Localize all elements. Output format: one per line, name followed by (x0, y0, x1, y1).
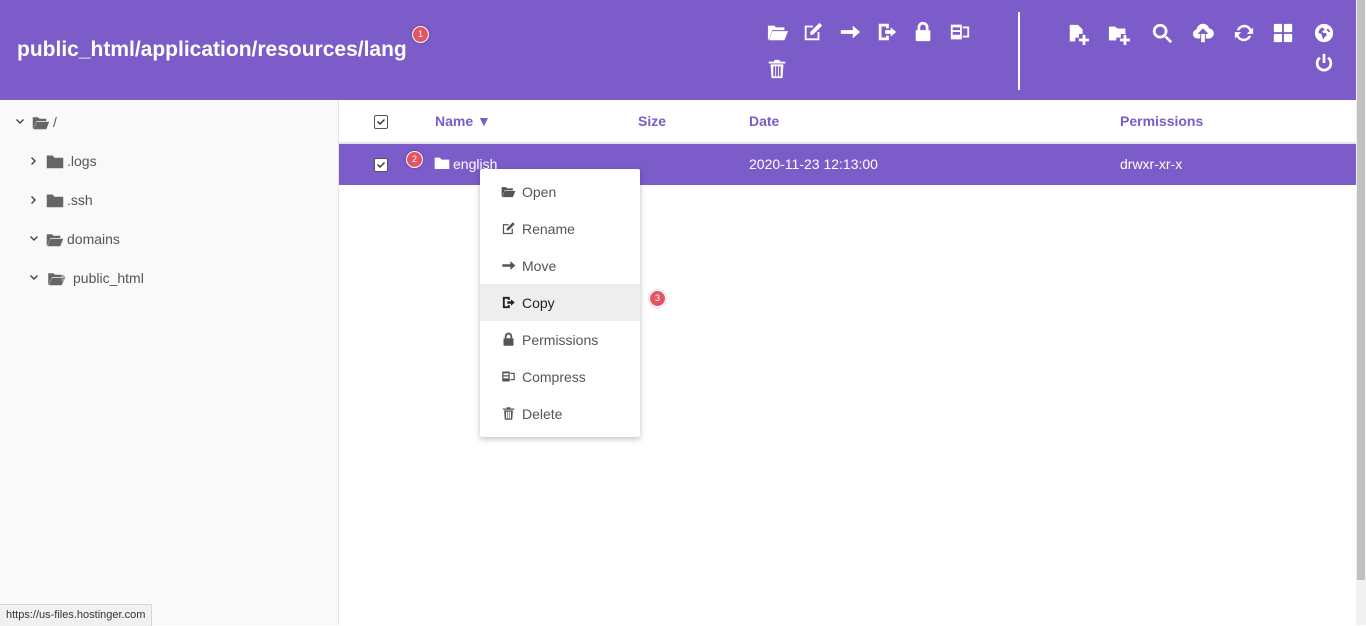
trash-icon[interactable] (764, 56, 790, 82)
chevron-right-icon[interactable] (28, 155, 40, 167)
tree-item-ssh[interactable]: .ssh (28, 188, 93, 212)
chevron-down-icon[interactable] (28, 272, 40, 284)
current-path-title: public_html/application/resources/lang (17, 38, 407, 61)
upload-icon[interactable] (1190, 20, 1216, 46)
table-header: Name ▼ Size Date Permissions (339, 100, 1356, 144)
new-file-icon[interactable] (1065, 21, 1091, 47)
menu-item-label: Permissions (522, 331, 599, 348)
menu-item-compress[interactable]: Compress (480, 358, 640, 395)
tree-item-label: / (53, 114, 57, 130)
top-bar: public_html/application/resources/lang 1 (0, 0, 1356, 100)
folder-tree-sidebar: / .logs .ssh domains public_html (0, 100, 339, 625)
toolbar-divider (1018, 12, 1020, 90)
menu-item-move[interactable]: Move (480, 247, 640, 284)
file-permissions: drwxr-xr-x (1120, 156, 1183, 172)
power-icon[interactable] (1311, 50, 1337, 76)
search-icon[interactable] (1149, 20, 1175, 46)
step-badge-3: 3 (649, 290, 666, 307)
grid-view-icon[interactable] (1270, 20, 1296, 46)
menu-item-delete[interactable]: Delete (480, 395, 640, 432)
compress-icon[interactable] (947, 19, 973, 45)
chevron-down-icon[interactable] (14, 116, 26, 128)
trash-icon (499, 406, 517, 422)
open-folder-icon[interactable] (765, 19, 791, 45)
tree-item-label: public_html (73, 270, 144, 286)
tree-item-logs[interactable]: .logs (28, 149, 97, 173)
arrow-right-icon (499, 258, 517, 274)
new-folder-icon[interactable] (1106, 21, 1132, 47)
menu-item-permissions[interactable]: Permissions (480, 321, 640, 358)
compress-icon (499, 369, 517, 385)
folder-link-icon (46, 270, 70, 286)
folder-icon (434, 156, 450, 170)
step-badge-1: 1 (412, 26, 429, 43)
column-header-size[interactable]: Size (638, 113, 666, 129)
refresh-icon[interactable] (1231, 20, 1257, 46)
copy-icon[interactable] (874, 19, 900, 45)
tree-item-public-html[interactable]: public_html (28, 266, 144, 290)
file-date: 2020-11-23 12:13:00 (749, 156, 878, 172)
folder-open-icon (46, 231, 64, 247)
menu-item-label: Compress (522, 368, 586, 385)
rename-icon (499, 221, 517, 237)
menu-item-label: Open (522, 183, 557, 200)
tree-item-label: .logs (67, 153, 97, 169)
status-url: https://us-files.hostinger.com (0, 604, 153, 626)
context-menu: Open Rename Move Copy Permissions Compre… (480, 169, 640, 437)
menu-item-label: Copy (522, 294, 555, 311)
select-all-checkbox[interactable] (374, 115, 388, 129)
step-badge-2: 2 (406, 151, 423, 168)
move-icon[interactable] (837, 19, 863, 45)
copy-icon (499, 295, 517, 311)
chevron-right-icon[interactable] (28, 194, 40, 206)
menu-item-copy[interactable]: Copy (480, 284, 640, 321)
column-header-date[interactable]: Date (749, 113, 779, 129)
lock-icon (499, 332, 517, 348)
tree-item-domains[interactable]: domains (28, 227, 120, 251)
folder-open-icon (32, 114, 50, 130)
folder-icon (46, 192, 64, 208)
tree-item-label: .ssh (67, 192, 93, 208)
tree-item-root[interactable]: / (14, 110, 57, 134)
page-scrollbar[interactable] (1356, 0, 1366, 625)
menu-item-open[interactable]: Open (480, 173, 640, 210)
column-header-name[interactable]: Name ▼ (435, 113, 491, 129)
chevron-down-icon[interactable] (28, 233, 40, 245)
globe-icon[interactable] (1311, 20, 1337, 46)
folder-icon (46, 153, 64, 169)
menu-item-label: Delete (522, 405, 563, 422)
menu-item-label: Rename (522, 220, 575, 237)
row-checkbox[interactable] (374, 158, 388, 172)
menu-item-label: Move (522, 257, 557, 274)
tree-item-label: domains (67, 231, 120, 247)
rename-icon[interactable] (800, 19, 826, 45)
folder-open-icon (499, 184, 517, 200)
lock-icon[interactable] (910, 19, 936, 45)
scrollbar-thumb[interactable] (1357, 0, 1365, 580)
menu-item-rename[interactable]: Rename (480, 210, 640, 247)
column-header-permissions[interactable]: Permissions (1120, 113, 1203, 129)
